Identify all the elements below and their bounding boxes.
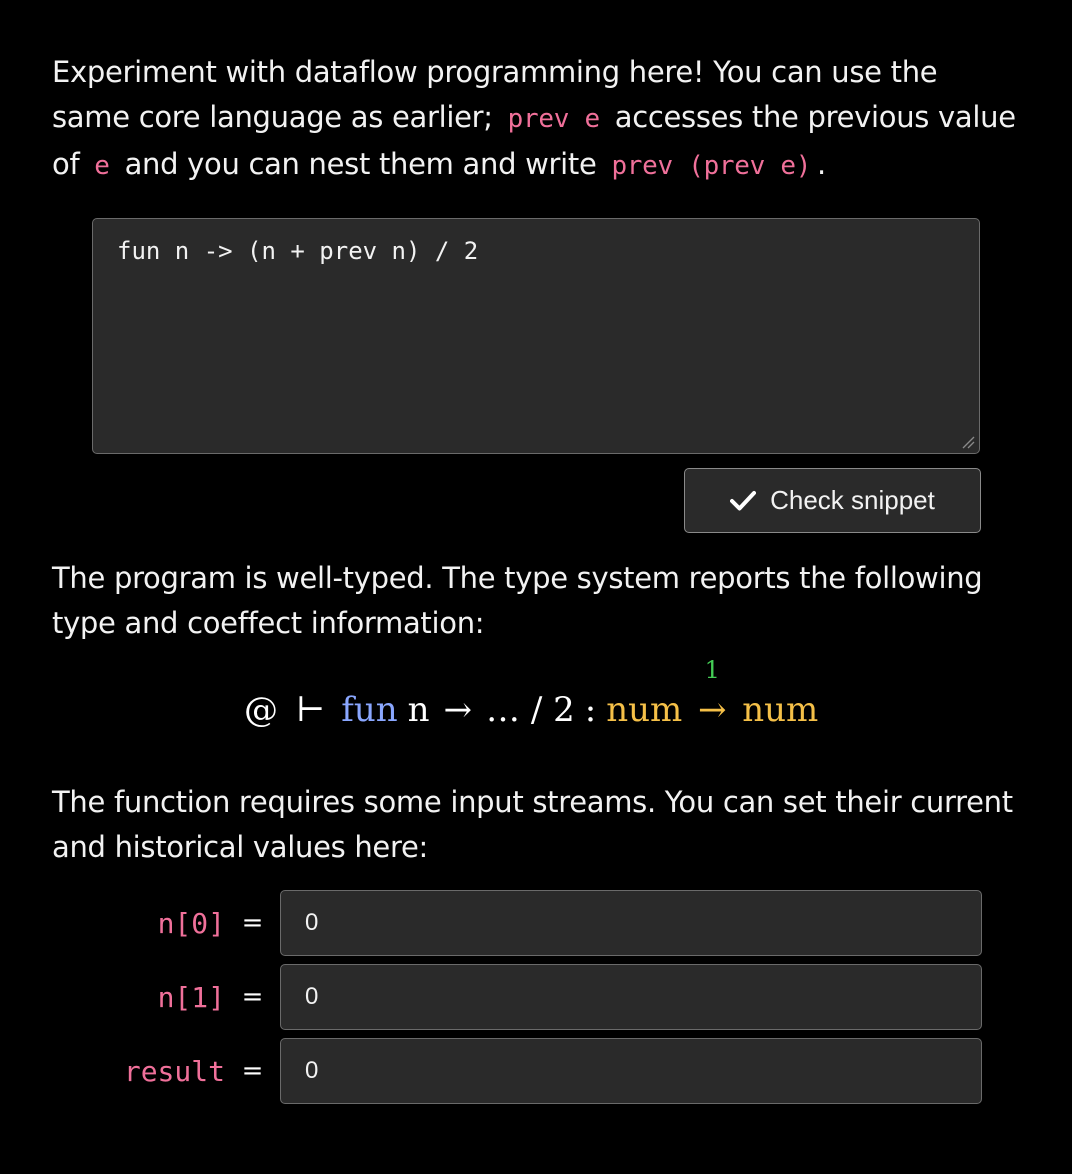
equals-sign: =	[241, 908, 264, 938]
code-editor-text: fun n -> (n + prev n) / 2	[117, 237, 479, 265]
lambda-body: … / 2	[486, 690, 575, 730]
arg-type: num	[606, 690, 683, 730]
input-field-result[interactable]: 0	[280, 1038, 982, 1104]
streams-paragraph: The function requires some input streams…	[52, 785, 1013, 864]
function-arrow: →	[698, 690, 727, 730]
streams-section: The function requires some input streams…	[52, 780, 1042, 870]
check-snippet-button[interactable]: Check snippet	[684, 468, 981, 533]
turnstile-symbol: ⊢	[296, 690, 326, 730]
input-row-result: result = 0	[80, 1038, 982, 1104]
intro-paragraph: Experiment with dataflow programming her…	[52, 50, 1022, 189]
coeffect-arrow: 1 →	[682, 656, 742, 730]
input-value: 0	[305, 1057, 319, 1084]
coeffect-annotation: 1	[704, 656, 720, 684]
input-field-n0[interactable]: 0	[280, 890, 982, 956]
input-field-n1[interactable]: 0	[280, 964, 982, 1030]
result-section: The program is well-typed. The type syst…	[52, 556, 1042, 646]
inline-code-prev-e: prev e	[507, 104, 600, 134]
equals-sign: =	[241, 982, 264, 1012]
code-editor[interactable]: fun n -> (n + prev n) / 2	[92, 218, 980, 454]
input-value: 0	[305, 909, 319, 936]
lambda-arrow: →	[443, 690, 473, 730]
checkmark-icon	[730, 490, 757, 512]
check-snippet-label: Check snippet	[770, 485, 935, 515]
type-context: @	[244, 690, 278, 730]
type-colon: :	[584, 690, 597, 730]
inline-code-e: e	[94, 151, 110, 181]
return-type: num	[742, 690, 819, 730]
intro-text-3: and you can nest them and write	[124, 147, 597, 181]
equals-sign: =	[241, 1056, 264, 1086]
input-row-n1: n[1] = 0	[80, 964, 982, 1030]
type-judgement: @ ⊢ fun n → … / 2 : num 1 → num	[244, 656, 819, 730]
result-paragraph: The program is well-typed. The type syst…	[52, 561, 983, 640]
inline-code-prev-prev-e: prev (prev e)	[611, 151, 812, 181]
fun-keyword: fun	[341, 690, 398, 730]
input-value: 0	[305, 983, 319, 1010]
input-label: n[0]	[157, 906, 225, 940]
input-label: result	[123, 1054, 225, 1088]
input-row-n0: n[0] = 0	[80, 890, 982, 956]
intro-text-4: .	[817, 147, 826, 181]
lambda-var: n	[407, 690, 430, 730]
input-label: n[1]	[157, 980, 225, 1014]
intro-section: Experiment with dataflow programming her…	[52, 50, 1022, 189]
resize-handle-icon[interactable]	[961, 435, 975, 449]
